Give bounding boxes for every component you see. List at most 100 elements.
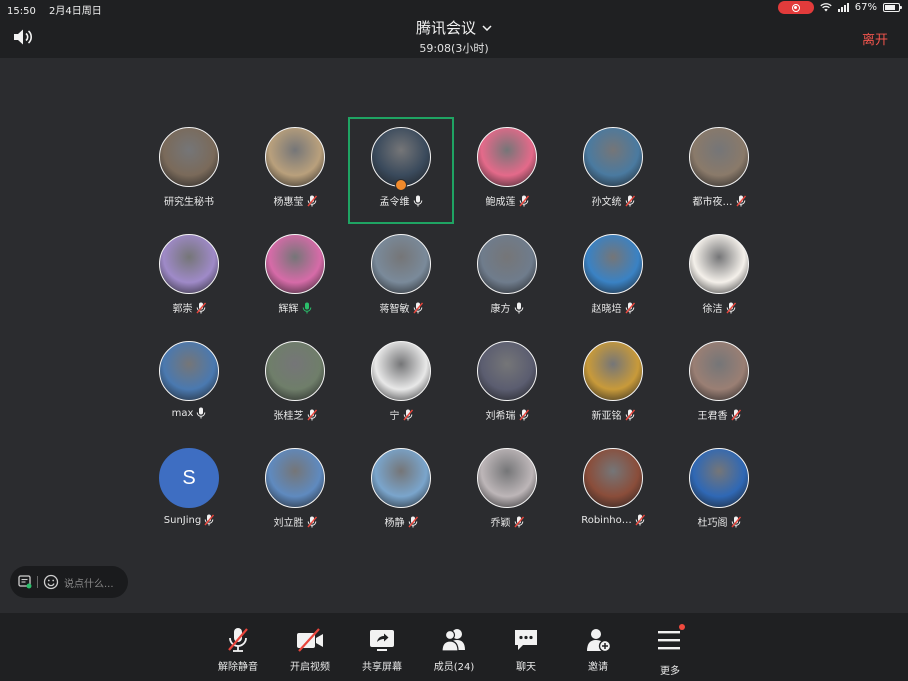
mic-muted-icon: [624, 302, 635, 313]
participant-tile[interactable]: 乔颖: [454, 438, 560, 545]
participant-name: 张桂芝: [273, 411, 304, 422]
chat-button[interactable]: 聊天: [490, 613, 562, 681]
participant-tile[interactable]: Robinho…: [560, 438, 666, 545]
participant-tile[interactable]: 研究生秘书: [136, 117, 242, 224]
avatar[interactable]: [689, 448, 749, 508]
avatar[interactable]: [477, 234, 537, 294]
mic-muted-icon: [412, 302, 423, 313]
recording-indicator[interactable]: [777, 1, 814, 14]
record-icon: [791, 3, 800, 12]
participant-name-row: 宁: [390, 407, 413, 422]
participant-tile[interactable]: 孙文统: [560, 117, 666, 224]
more-button[interactable]: 更多: [634, 613, 706, 681]
participant-tile[interactable]: 鲍成莲: [454, 117, 560, 224]
participant-tile[interactable]: 郭崇: [136, 224, 242, 331]
participant-name: max: [171, 407, 194, 419]
participant-name: 康方: [490, 304, 511, 315]
unmute-button[interactable]: 解除静音: [202, 613, 274, 681]
divider: [37, 576, 38, 588]
participant-name-row: Robinho…: [581, 514, 645, 526]
participant-name: 孙文统: [591, 197, 622, 208]
chat-input-bar[interactable]: 说点什么...: [10, 566, 128, 598]
participant-tile[interactable]: 杜巧阁: [666, 438, 772, 545]
participant-name-row: max: [172, 407, 207, 419]
invite-button[interactable]: 邀请: [562, 613, 634, 681]
mic-muted-icon: [730, 516, 741, 527]
participant-tile[interactable]: 辉辉: [242, 224, 348, 331]
mic-muted-icon: [518, 409, 529, 420]
avatar[interactable]: [159, 341, 219, 401]
mic-muted-icon: [730, 409, 741, 420]
mic-icon: [197, 407, 206, 419]
meeting-header: 腾讯会议 59:08(3小时): [0, 17, 908, 56]
avatar[interactable]: [265, 448, 325, 508]
participant-tile[interactable]: 杨静: [348, 438, 454, 545]
participant-tile[interactable]: 王君香: [666, 331, 772, 438]
share-screen-button[interactable]: 共享屏幕: [346, 613, 418, 681]
participant-name: 徐洁: [702, 304, 723, 315]
leave-button[interactable]: 离开: [862, 29, 888, 48]
members-button[interactable]: 成员(24): [418, 613, 490, 681]
participant-tile[interactable]: 新亚铭: [560, 331, 666, 438]
avatar[interactable]: [371, 234, 431, 294]
participant-tile[interactable]: max: [136, 331, 242, 438]
avatar[interactable]: [159, 234, 219, 294]
participant-name-row: 孙文统: [592, 193, 635, 208]
avatar[interactable]: [371, 341, 431, 401]
avatar[interactable]: [477, 448, 537, 508]
participant-tile[interactable]: 刘立胜: [242, 438, 348, 545]
avatar[interactable]: [689, 341, 749, 401]
avatar[interactable]: [583, 127, 643, 187]
participant-name-row: 郭崇: [173, 300, 206, 315]
participant-name: 赵晓培: [591, 304, 622, 315]
status-time: 15:50: [7, 6, 36, 17]
participant-tile[interactable]: S SunJing: [136, 438, 242, 545]
avatar[interactable]: [371, 127, 431, 187]
avatar[interactable]: [689, 127, 749, 187]
chat-bubble-icon[interactable]: [18, 575, 32, 589]
avatar[interactable]: [265, 341, 325, 401]
participant-tile[interactable]: 都市夜…: [666, 117, 772, 224]
avatar[interactable]: [583, 341, 643, 401]
avatar[interactable]: [583, 234, 643, 294]
emoji-icon[interactable]: [43, 574, 59, 590]
participant-tile[interactable]: 孟令维: [348, 117, 454, 224]
participant-tile[interactable]: 徐洁: [666, 224, 772, 331]
participant-tile[interactable]: 康方: [454, 224, 560, 331]
notification-dot: [679, 624, 685, 630]
participant-name-row: 辉辉: [279, 300, 312, 315]
participant-name-row: 研究生秘书: [164, 193, 214, 208]
participant-name-row: SunJing: [163, 514, 215, 526]
participant-tile[interactable]: 蒋智敏: [348, 224, 454, 331]
meeting-title-button[interactable]: 腾讯会议: [416, 17, 492, 38]
avatar[interactable]: S: [159, 448, 219, 508]
mic-muted-icon: [635, 514, 645, 526]
participant-name: SunJing: [163, 514, 202, 526]
avatar[interactable]: [265, 234, 325, 294]
chat-placeholder: 说点什么...: [64, 578, 114, 590]
avatar[interactable]: [689, 234, 749, 294]
mic-muted-icon: [624, 195, 635, 206]
avatar[interactable]: [477, 127, 537, 187]
participant-name-row: 新亚铭: [592, 407, 635, 422]
avatar[interactable]: [265, 127, 325, 187]
invite-label: 邀请: [588, 662, 608, 673]
participant-tile[interactable]: 赵晓培: [560, 224, 666, 331]
participant-tile[interactable]: 宁: [348, 331, 454, 438]
start-video-button[interactable]: 开启视频: [274, 613, 346, 681]
wifi-icon: [820, 3, 832, 12]
participant-tile[interactable]: 刘希瑞: [454, 331, 560, 438]
participant-tile[interactable]: 张桂芝: [242, 331, 348, 438]
participant-name-row: 杜巧阁: [698, 514, 741, 529]
avatar[interactable]: [583, 448, 643, 508]
avatar[interactable]: [477, 341, 537, 401]
avatar[interactable]: [159, 127, 219, 187]
status-icons: 67%: [777, 1, 902, 14]
battery-percent: 67%: [854, 2, 877, 13]
participant-name-row: 王君香: [698, 407, 741, 422]
participant-tile[interactable]: 杨惠莹: [242, 117, 348, 224]
avatar[interactable]: [371, 448, 431, 508]
mic-muted-icon: [513, 516, 524, 527]
participant-grid: 研究生秘书 杨惠莹 孟令维 鲍成莲 孙文统 都市夜… 郭崇 辉辉 蒋智敏 康方 赵晓培 徐洁 max 张桂…: [136, 117, 772, 545]
participant-name: 杨惠莹: [273, 197, 304, 208]
